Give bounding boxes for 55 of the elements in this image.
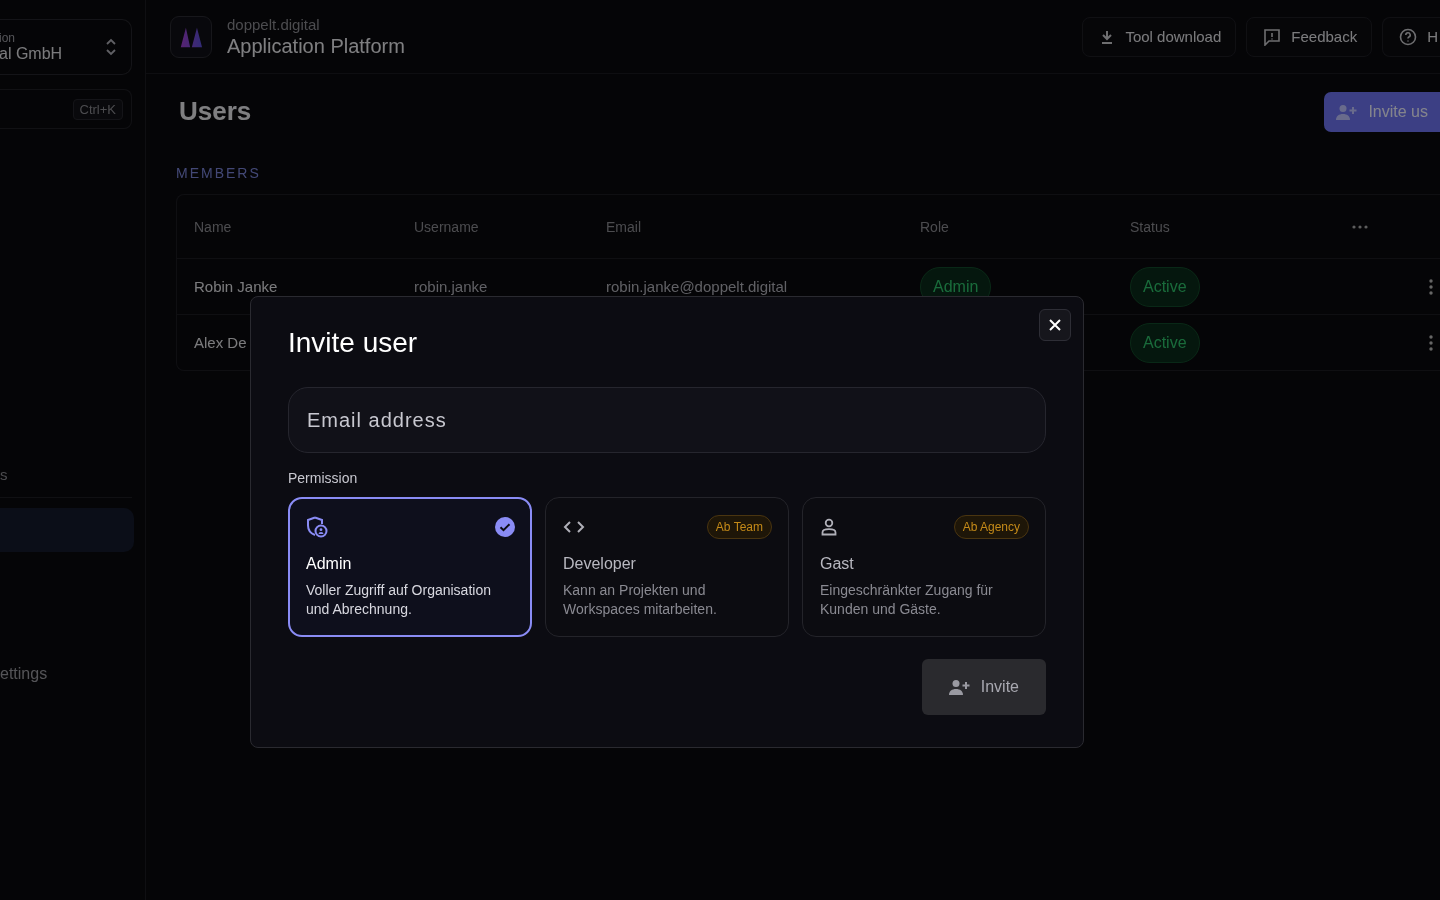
download-button[interactable]: Tool download bbox=[1082, 16, 1237, 57]
row-menu-icon[interactable] bbox=[1429, 335, 1433, 351]
row-menu-icon[interactable] bbox=[1429, 279, 1433, 295]
plan-badge: Ab Agency bbox=[953, 515, 1029, 539]
column-header: Role bbox=[920, 218, 950, 235]
feedback-button[interactable]: Feedback bbox=[1246, 16, 1373, 57]
dialog-title: Invite user bbox=[288, 327, 419, 359]
role-name: Admin bbox=[306, 555, 353, 573]
table-cell: robin.janke@doppelt.digital bbox=[606, 278, 788, 295]
sidebar-item[interactable]: ettings bbox=[0, 658, 134, 690]
close-icon bbox=[1049, 319, 1061, 331]
feedback-icon bbox=[1263, 27, 1282, 46]
organization-label: ion bbox=[0, 31, 16, 45]
close-button[interactable] bbox=[1039, 309, 1071, 341]
logo-icon bbox=[170, 15, 212, 58]
person-icon bbox=[820, 518, 838, 536]
status-badge: Active bbox=[1130, 322, 1200, 363]
role-name: Gast bbox=[820, 555, 855, 573]
organization-name: al GmbH bbox=[0, 45, 63, 63]
add-person-icon bbox=[1336, 103, 1359, 120]
table-cell: robin.janke bbox=[414, 278, 488, 295]
sidebar-section-label: s bbox=[0, 466, 8, 483]
plan-badge: Ab Team bbox=[706, 515, 772, 539]
chevron-up-down-icon bbox=[105, 37, 117, 57]
role-option[interactable]: Admin Voller Zugriff auf Organisation und Abrechnung. bbox=[288, 497, 532, 637]
column-header: Name bbox=[194, 218, 233, 235]
invite-button[interactable]: Invite bbox=[921, 659, 1046, 715]
role-name: Developer bbox=[563, 555, 637, 573]
code-icon bbox=[563, 520, 585, 534]
shortcut-key: Ctrl+K bbox=[72, 98, 123, 120]
column-header: Status bbox=[1130, 218, 1171, 235]
role-description: Kann an Projekten und Workspaces mitarbeiten. bbox=[563, 581, 718, 619]
section-heading: MEMBERS bbox=[176, 165, 262, 181]
column-header: Username bbox=[414, 218, 480, 235]
role-description: Eingeschränkter Zugang für Kunden und Gäste. bbox=[820, 581, 994, 619]
page-title: Users bbox=[179, 96, 252, 127]
app-title: Application Platform bbox=[227, 34, 405, 58]
check-icon bbox=[495, 517, 515, 537]
help-button[interactable]: H bbox=[1382, 16, 1440, 57]
invite-user-button[interactable]: Invite us bbox=[1324, 91, 1440, 132]
role-option[interactable]: Ab Team Developer Kann an Projekten und Workspaces mitarbeiten. bbox=[545, 497, 789, 637]
role-option[interactable]: Ab Agency Gast Eingeschränkter Zugang für Kunden und Gäste. bbox=[802, 497, 1046, 637]
add-person-icon bbox=[948, 679, 971, 695]
email-field[interactable]: Email address bbox=[288, 387, 1046, 453]
status-badge: Active bbox=[1130, 266, 1200, 307]
more-icon[interactable] bbox=[1352, 224, 1368, 229]
table-cell: Robin Janke bbox=[194, 278, 278, 295]
help-icon bbox=[1399, 27, 1418, 46]
column-header: Email bbox=[606, 218, 642, 235]
organization-selector[interactable]: ion al GmbH bbox=[0, 19, 132, 75]
role-description: Voller Zugriff auf Organisation und Abrechnung. bbox=[306, 581, 492, 619]
brand-name: doppelt.digital bbox=[227, 15, 321, 33]
permission-label: Permission bbox=[288, 470, 359, 486]
shield-user-icon bbox=[306, 516, 328, 538]
table-cell: Alex De bbox=[194, 334, 247, 351]
